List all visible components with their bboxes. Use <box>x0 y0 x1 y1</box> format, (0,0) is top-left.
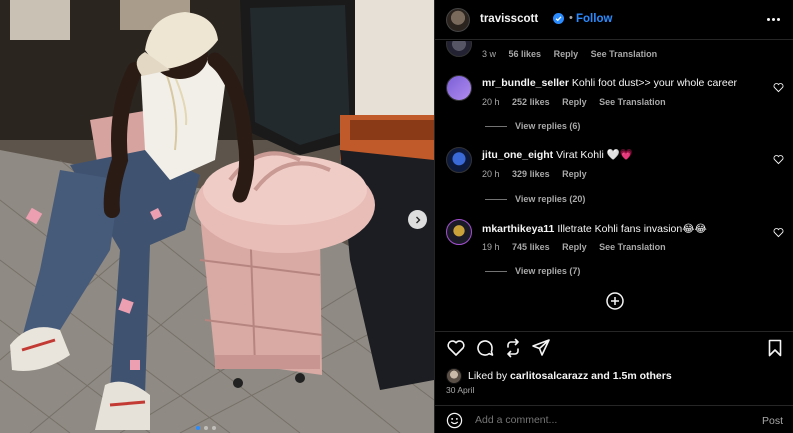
comment-meta: 19 h 745 likes Reply See Translation <box>482 242 676 252</box>
post-comment-button[interactable]: Post <box>762 415 783 427</box>
comment-likes[interactable]: 329 likes <box>512 169 550 179</box>
comment-body: mkarthikeya11 Illetrate Kohli fans invas… <box>482 223 707 236</box>
heart-icon[interactable] <box>773 227 784 238</box>
view-replies-label: View replies (20) <box>515 194 586 204</box>
comment-icon[interactable] <box>475 338 495 358</box>
replies-line <box>485 271 507 273</box>
comment-input[interactable] <box>475 414 735 426</box>
liked-by-user[interactable]: carlitosalcarazz <box>510 370 588 382</box>
comment-username[interactable]: mkarthikeya11 <box>482 223 554 235</box>
comment-body: jitu_one_eight Virat Kohli 🤍💗 <box>482 149 633 162</box>
comment-reply-button[interactable]: Reply <box>554 49 579 59</box>
share-icon[interactable] <box>503 338 523 358</box>
see-translation-button[interactable]: See Translation <box>591 49 658 59</box>
save-icon[interactable] <box>765 338 785 358</box>
heart-icon[interactable] <box>773 154 784 165</box>
post-side-panel: travisscott • Follow 3 w 56 likes Reply … <box>434 0 793 433</box>
liked-by-prefix: Liked by <box>468 370 508 382</box>
send-icon[interactable] <box>531 338 551 358</box>
add-comment-bar: Post <box>435 405 793 433</box>
comment-likes[interactable]: 56 likes <box>509 49 542 59</box>
replies-line <box>485 199 507 201</box>
more-icon <box>766 17 770 21</box>
comments-list[interactable]: 3 w 56 likes Reply See Translation mr_bu… <box>435 41 793 331</box>
next-slide-button[interactable] <box>408 210 427 229</box>
see-translation-button[interactable]: See Translation <box>599 97 666 107</box>
more-icon-dot <box>776 17 780 21</box>
view-replies-button[interactable]: View replies (20) <box>485 194 585 204</box>
carousel-dots <box>196 426 216 430</box>
post-media[interactable] <box>0 0 434 433</box>
comment-age: 20 h <box>482 97 500 107</box>
comment-username[interactable]: mr_bundle_seller <box>482 77 569 89</box>
comment-likes[interactable]: 252 likes <box>512 97 550 107</box>
more-icon-dot <box>771 17 775 21</box>
comment-avatar[interactable] <box>446 147 472 173</box>
comment-likes[interactable]: 745 likes <box>512 242 550 252</box>
liked-by: Liked by carlitosalcarazz and 1.5m other… <box>446 368 672 384</box>
post-photo <box>0 0 434 433</box>
comment-reply-button[interactable]: Reply <box>562 242 587 252</box>
carousel-dot <box>196 426 200 430</box>
comment-text: Kohli foot dust>> your whole career <box>571 77 738 89</box>
carousel-dot <box>212 426 216 430</box>
comment-meta: 20 h 252 likes Reply See Translation <box>482 97 676 107</box>
comment-avatar[interactable] <box>446 219 472 245</box>
comment-text: Illetrate Kohli fans invasion😂😂 <box>557 223 707 235</box>
view-replies-button[interactable]: View replies (6) <box>485 121 580 131</box>
view-replies-button[interactable]: View replies (7) <box>485 266 580 276</box>
comment-avatar[interactable] <box>446 75 472 101</box>
see-translation-button[interactable]: See Translation <box>599 242 666 252</box>
comment-username[interactable]: jitu_one_eight <box>482 149 553 161</box>
chevron-right-icon <box>415 216 420 223</box>
heart-icon[interactable] <box>773 82 784 93</box>
post-date[interactable]: 30 April <box>446 385 474 395</box>
liked-by-avatar[interactable] <box>446 368 462 384</box>
view-replies-label: View replies (7) <box>515 266 581 276</box>
liked-by-others[interactable]: and 1.5m others <box>591 370 672 382</box>
comment-body: mr_bundle_seller Kohli foot dust>> your … <box>482 77 737 90</box>
comment-age: 19 h <box>482 242 500 252</box>
comment-reply-button[interactable]: Reply <box>562 169 587 179</box>
author-username[interactable]: travisscott <box>480 13 538 25</box>
follow-button[interactable]: Follow <box>576 13 612 25</box>
comment-text: Virat Kohli 🤍💗 <box>556 149 633 161</box>
comment-meta: 3 w 56 likes Reply See Translation <box>482 49 667 59</box>
comment-meta: 20 h 329 likes Reply <box>482 169 597 179</box>
heart-icon[interactable] <box>446 338 466 358</box>
comment-age: 20 h <box>482 169 500 179</box>
author-avatar[interactable] <box>446 8 470 32</box>
post-header: travisscott • Follow <box>435 0 793 40</box>
plus-circle-icon[interactable] <box>605 291 625 311</box>
comment-avatar[interactable] <box>446 41 472 57</box>
header-separator: • <box>569 12 573 24</box>
verified-badge-icon <box>553 13 564 24</box>
emoji-icon[interactable] <box>446 412 463 429</box>
replies-line <box>485 126 507 128</box>
more-options-button[interactable] <box>765 10 781 28</box>
comment-age: 3 w <box>482 49 497 59</box>
carousel-dot <box>204 426 208 430</box>
comment-reply-button[interactable]: Reply <box>562 97 587 107</box>
post-actions: Liked by carlitosalcarazz and 1.5m other… <box>435 331 793 433</box>
view-replies-label: View replies (6) <box>515 121 581 131</box>
